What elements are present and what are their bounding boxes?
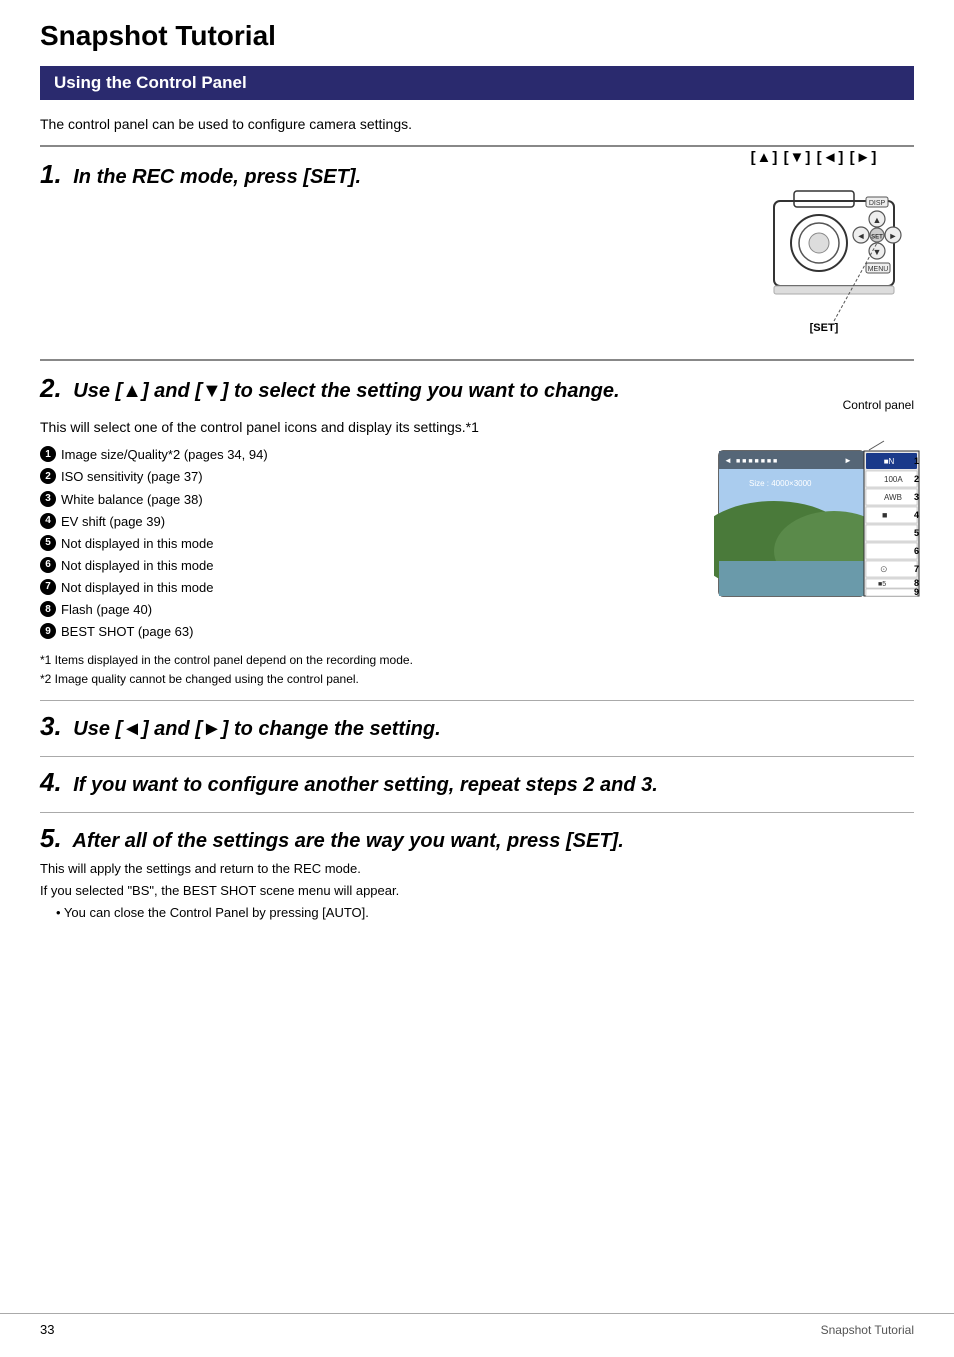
list-item: 2 ISO sensitivity (page 37)	[40, 466, 694, 488]
item-number: 7	[40, 579, 56, 595]
svg-text:6: 6	[914, 546, 919, 556]
svg-text:⊙: ⊙	[880, 564, 888, 574]
item-number: 5	[40, 535, 56, 551]
svg-text:►: ►	[844, 456, 852, 465]
step-5: 5. After all of the settings are the way…	[40, 812, 914, 934]
page: Snapshot Tutorial Using the Control Pane…	[0, 0, 954, 1357]
list-item: 8 Flash (page 40)	[40, 599, 694, 621]
svg-text:2: 2	[914, 474, 919, 484]
step-3-heading: 3. Use [◄] and [►] to change the setting…	[40, 711, 914, 742]
item-text: Flash (page 40)	[61, 599, 152, 621]
step-2-left: This will select one of the control pane…	[40, 416, 694, 690]
step-2-desc: This will select one of the control pane…	[40, 416, 694, 438]
item-text: BEST SHOT (page 63)	[61, 621, 193, 643]
list-item: 7 Not displayed in this mode	[40, 577, 694, 599]
svg-text:►: ►	[889, 231, 898, 241]
svg-text:◄: ◄	[857, 231, 866, 241]
item-text: ISO sensitivity (page 37)	[61, 466, 203, 488]
svg-text:■N: ■N	[884, 457, 895, 466]
step-4-heading: 4. If you want to configure another sett…	[40, 767, 914, 798]
step-2-footnotes: *1 Items displayed in the control panel …	[40, 651, 694, 689]
list-item: 3 White balance (page 38)	[40, 489, 694, 511]
nav-keys-label: [▲] [▼] [◄] [►]	[751, 149, 878, 166]
list-item: 4 EV shift (page 39)	[40, 511, 694, 533]
step-2-right: Control panel	[714, 416, 914, 596]
item-text: White balance (page 38)	[61, 489, 203, 511]
control-panel-image: ◄ ■ ■ ■ ■ ■ ■ ■ ► Size : 4000×3000 ■N	[714, 436, 914, 596]
svg-text:100A: 100A	[884, 475, 903, 484]
item-text: Not displayed in this mode	[61, 577, 213, 599]
svg-text:■: ■	[882, 510, 887, 520]
step-3: 3. Use [◄] and [►] to change the setting…	[40, 700, 914, 756]
svg-text:■5: ■5	[878, 581, 886, 588]
control-panel-label: Control panel	[843, 398, 914, 412]
camera-illustration: ▲ ▼ ◄ ► SET	[714, 181, 914, 351]
step-2-list: 1 Image size/Quality*2 (pages 34, 94) 2 ISO…	[40, 444, 694, 643]
svg-text:DISP: DISP	[869, 200, 886, 207]
svg-text:◄: ◄	[724, 456, 732, 465]
step-5-content: This will apply the settings and return …	[40, 858, 914, 924]
item-text: Image size/Quality*2 (pages 34, 94)	[61, 444, 268, 466]
step-1-right: [▲] [▼] [◄] [►]	[714, 149, 914, 351]
item-text: EV shift (page 39)	[61, 511, 165, 533]
item-number: 8	[40, 601, 56, 617]
svg-text:■ ■ ■ ■ ■ ■ ■: ■ ■ ■ ■ ■ ■ ■	[736, 458, 777, 465]
svg-text:Size : 4000×3000: Size : 4000×3000	[749, 479, 812, 488]
item-number: 3	[40, 491, 56, 507]
svg-text:3: 3	[914, 492, 919, 502]
item-number: 6	[40, 557, 56, 573]
item-text: Not displayed in this mode	[61, 555, 213, 577]
svg-text:AWB: AWB	[884, 493, 902, 502]
step-5-heading: 5. After all of the settings are the way…	[40, 823, 914, 854]
svg-text:MENU: MENU	[868, 266, 889, 273]
svg-text:[SET]: [SET]	[810, 322, 839, 334]
item-number: 1	[40, 446, 56, 462]
step-4: 4. If you want to configure another sett…	[40, 756, 914, 812]
item-number: 4	[40, 513, 56, 529]
page-title: Snapshot Tutorial	[40, 20, 914, 52]
svg-text:4: 4	[914, 510, 919, 520]
step-2-heading: 2. Use [▲] and [▼] to select the setting…	[40, 373, 914, 404]
footer-label: Snapshot Tutorial	[821, 1323, 914, 1337]
item-number: 9	[40, 623, 56, 639]
list-item: 6 Not displayed in this mode	[40, 555, 694, 577]
item-text: Not displayed in this mode	[61, 533, 213, 555]
list-item: 9 BEST SHOT (page 63)	[40, 621, 694, 643]
step-1-heading: 1. In the REC mode, press [SET].	[40, 159, 694, 190]
step-2: 2. Use [▲] and [▼] to select the setting…	[40, 359, 914, 700]
step-1: 1. In the REC mode, press [SET]. [▲] [▼]…	[40, 145, 914, 351]
list-item: 5 Not displayed in this mode	[40, 533, 694, 555]
svg-text:5: 5	[914, 528, 919, 538]
svg-text:7: 7	[914, 564, 919, 574]
list-item: 1 Image size/Quality*2 (pages 34, 94)	[40, 444, 694, 466]
svg-text:SET: SET	[871, 235, 883, 241]
page-number: 33	[40, 1322, 54, 1337]
intro-text: The control panel can be used to configu…	[40, 114, 914, 135]
svg-text:1: 1	[914, 456, 919, 466]
page-footer: 33 Snapshot Tutorial	[0, 1313, 954, 1337]
svg-text:▲: ▲	[873, 215, 882, 225]
svg-text:9: 9	[914, 587, 919, 597]
section-header: Using the Control Panel	[40, 66, 914, 100]
item-number: 2	[40, 468, 56, 484]
